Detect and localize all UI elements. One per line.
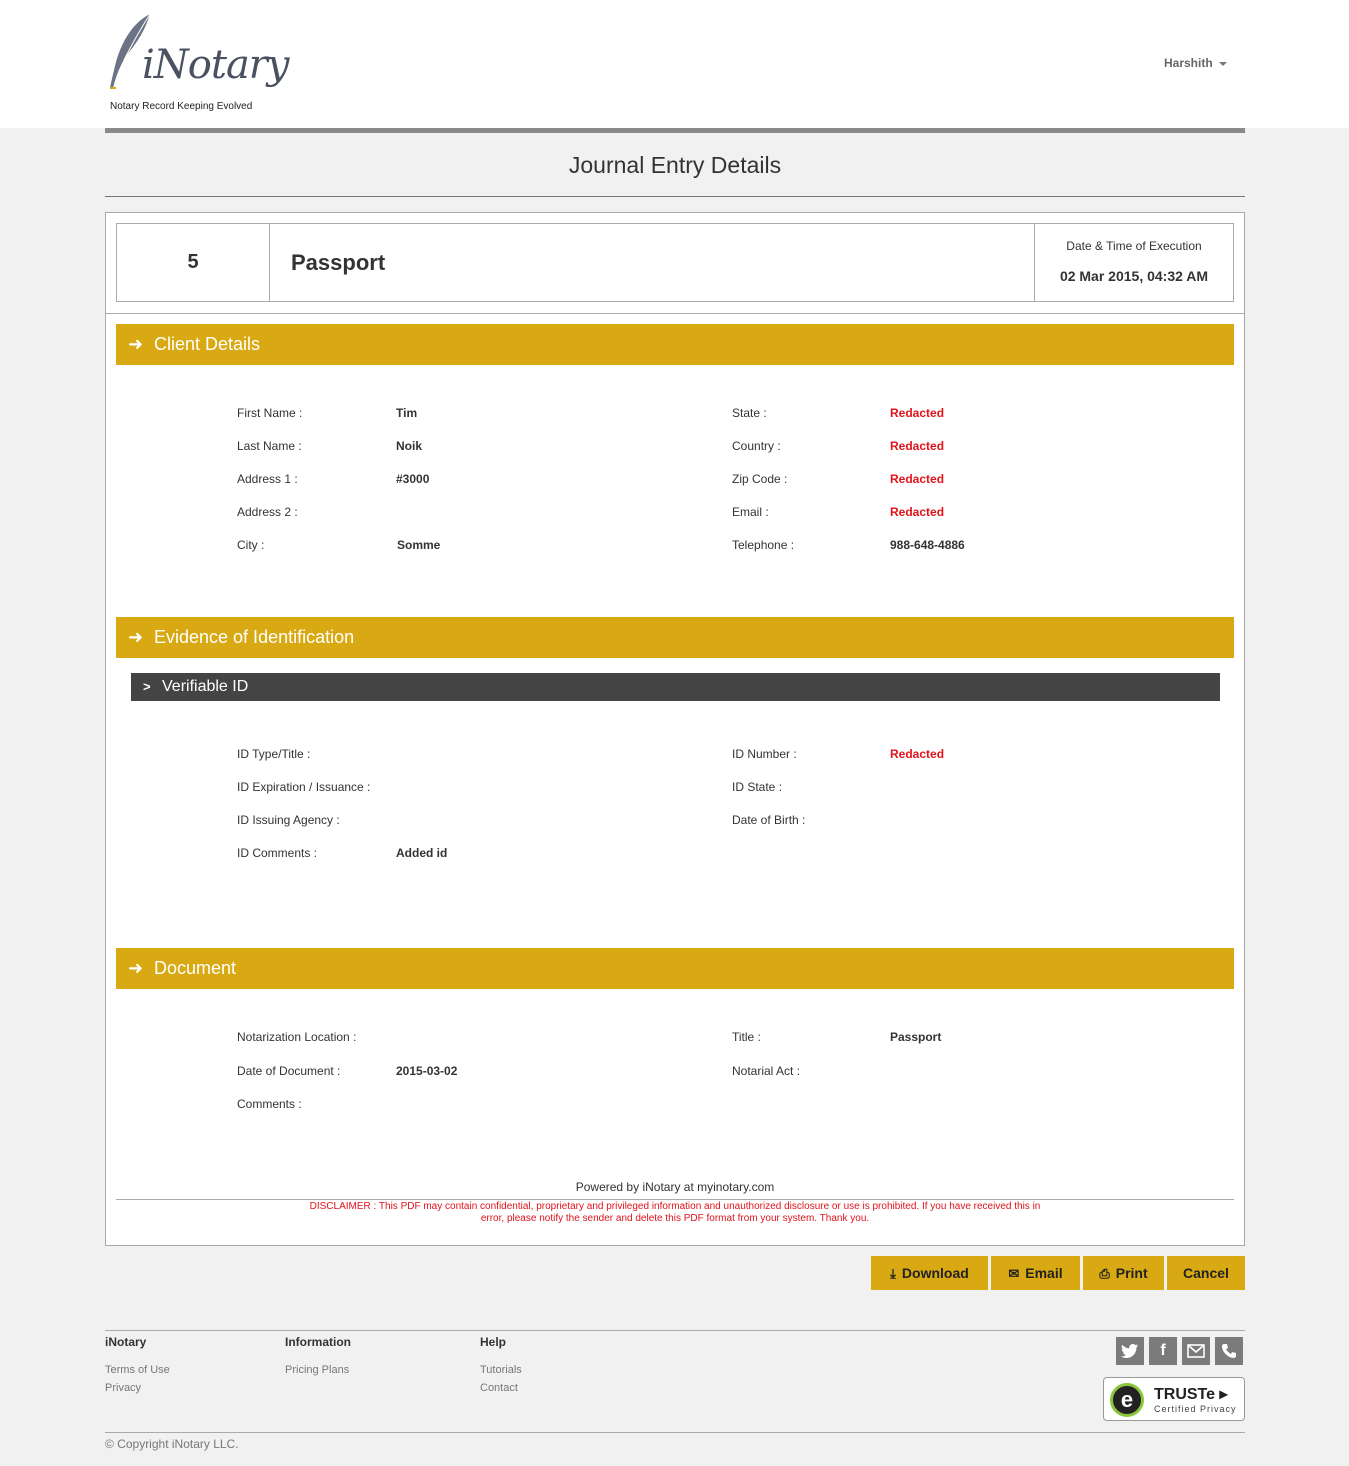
footer-heading-information: Information — [285, 1335, 351, 1349]
field-label: Title : — [732, 1030, 761, 1044]
field-value: Somme — [397, 538, 441, 552]
field-label: ID Type/Title : — [237, 747, 311, 761]
entry-header: 5 Passport Date & Time of Execution 02 M… — [116, 223, 1234, 302]
field-label: Email : — [732, 505, 769, 519]
field-label: Date of Birth : — [732, 813, 806, 827]
field-value: Added id — [396, 846, 448, 860]
header-divider — [105, 128, 1245, 133]
field-label: Address 1 : — [237, 472, 298, 486]
execution-date-value: 02 Mar 2015, 04:32 AM — [1059, 268, 1209, 284]
field-label: Country : — [732, 439, 781, 453]
privacy-link[interactable]: Privacy — [105, 1382, 141, 1394]
title-divider — [105, 196, 1245, 197]
field-label: Last Name : — [237, 439, 302, 453]
top-header: iNotary Notary Record Keeping Evolved Ha… — [0, 0, 1349, 128]
entry-number: 5 — [117, 224, 270, 301]
redacted-value: Redacted — [890, 439, 945, 453]
redacted-value: Redacted — [890, 472, 945, 486]
footer-bottom-divider — [105, 1432, 1245, 1433]
execution-date-label: Date & Time of Execution — [1066, 239, 1202, 253]
field-label: ID Expiration / Issuance : — [237, 780, 371, 794]
tutorials-link[interactable]: Tutorials — [480, 1364, 522, 1376]
subsection-title: Verifiable ID — [162, 678, 249, 695]
field-label: ID Comments : — [237, 846, 318, 860]
field-label: State : — [732, 406, 767, 420]
arrow-right-icon: ➜ — [128, 627, 144, 647]
download-button[interactable]: ⤓ Download — [871, 1256, 988, 1290]
email-label: Email — [1025, 1265, 1063, 1281]
execution-date-box: Date & Time of Execution 02 Mar 2015, 04… — [1034, 224, 1233, 301]
field-label: First Name : — [237, 406, 303, 420]
field-label: City : — [237, 538, 265, 552]
terms-of-use-link[interactable]: Terms of Use — [105, 1364, 170, 1376]
printer-icon: ⎙ — [1099, 1266, 1110, 1281]
contact-link[interactable]: Contact — [480, 1382, 518, 1394]
subsection-verifiable-id[interactable]: > Verifiable ID — [131, 673, 1220, 701]
section-title: Evidence of Identification — [154, 627, 355, 647]
field-value: Tim — [396, 406, 418, 420]
field-value: 2015-03-02 — [396, 1064, 458, 1078]
copyright: © Copyright iNotary LLC. — [105, 1437, 239, 1451]
journal-entry-card: 5 Passport Date & Time of Execution 02 M… — [105, 212, 1245, 1246]
print-button[interactable]: ⎙ Print — [1083, 1256, 1164, 1290]
field-label: ID Issuing Agency : — [237, 813, 340, 827]
powered-by: Powered by iNotary at myinotary.com — [575, 1180, 775, 1194]
logo-wordmark: iNotary — [142, 42, 290, 88]
pricing-plans-link[interactable]: Pricing Plans — [285, 1364, 349, 1376]
field-value: Noik — [396, 439, 423, 453]
email-button[interactable]: ✉ Email — [991, 1256, 1080, 1290]
field-label: Address 2 : — [237, 505, 298, 519]
section-client-details[interactable]: ➜ Client Details — [116, 324, 1234, 365]
field-label: Zip Code : — [732, 472, 788, 486]
section-title: Client Details — [154, 334, 261, 354]
envelope-icon: ✉ — [1008, 1266, 1020, 1281]
field-value: #3000 — [396, 472, 430, 486]
redacted-value: Redacted — [890, 406, 945, 420]
chevron-right-icon: > — [143, 679, 151, 694]
user-menu[interactable]: Harshith — [1164, 56, 1227, 70]
disclaimer: DISCLAIMER : This PDF may contain confid… — [309, 1201, 1041, 1224]
truste-title: TRUSTe ▸ — [1154, 1386, 1228, 1403]
mail-icon[interactable] — [1182, 1337, 1210, 1365]
cancel-button[interactable]: Cancel — [1167, 1256, 1245, 1290]
field-value: Passport — [890, 1030, 942, 1044]
truste-e-icon: e — [1110, 1383, 1144, 1417]
field-label: ID Number : — [732, 747, 797, 761]
section-title: Document — [154, 958, 237, 978]
facebook-icon[interactable]: f — [1149, 1337, 1177, 1365]
logo-tagline: Notary Record Keeping Evolved — [110, 101, 253, 112]
field-label: Date of Document : — [237, 1064, 341, 1078]
redacted-value: Redacted — [890, 747, 945, 761]
field-label: Notarial Act : — [732, 1064, 801, 1078]
redacted-value: Redacted — [890, 505, 945, 519]
entry-document-type: Passport — [291, 250, 386, 275]
cancel-label: Cancel — [1183, 1265, 1229, 1281]
user-name: Harshith — [1164, 56, 1213, 70]
field-label: Telephone : — [732, 538, 795, 552]
field-label: Comments : — [237, 1097, 302, 1111]
field-label: ID State : — [732, 780, 783, 794]
footer-heading-help: Help — [480, 1335, 507, 1349]
caret-down-icon — [1218, 61, 1227, 66]
header-separator — [106, 313, 1244, 314]
footer-heading-inotary: iNotary — [105, 1335, 147, 1349]
download-label: Download — [901, 1265, 969, 1281]
print-label: Print — [1115, 1265, 1148, 1281]
powered-divider — [116, 1199, 1234, 1200]
footer-top-divider — [105, 1330, 1245, 1331]
truste-subtitle: Certified Privacy — [1154, 1404, 1237, 1414]
truste-badge[interactable]: e TRUSTe ▸ Certified Privacy — [1103, 1377, 1245, 1421]
section-document[interactable]: ➜ Document — [116, 948, 1234, 989]
arrow-right-icon: ➜ — [128, 958, 144, 978]
page-title: Journal Entry Details — [568, 152, 782, 178]
field-label: Notarization Location : — [237, 1030, 357, 1044]
arrow-right-icon: ➜ — [128, 334, 144, 354]
field-value: 988-648-4886 — [890, 538, 965, 552]
inotary-logo[interactable]: iNotary Notary Record Keeping Evolved — [104, 12, 290, 118]
phone-icon[interactable] — [1215, 1337, 1243, 1365]
section-evidence-of-identification[interactable]: ➜ Evidence of Identification — [116, 617, 1234, 658]
twitter-icon[interactable] — [1116, 1337, 1144, 1365]
download-icon: ⤓ — [890, 1266, 896, 1281]
